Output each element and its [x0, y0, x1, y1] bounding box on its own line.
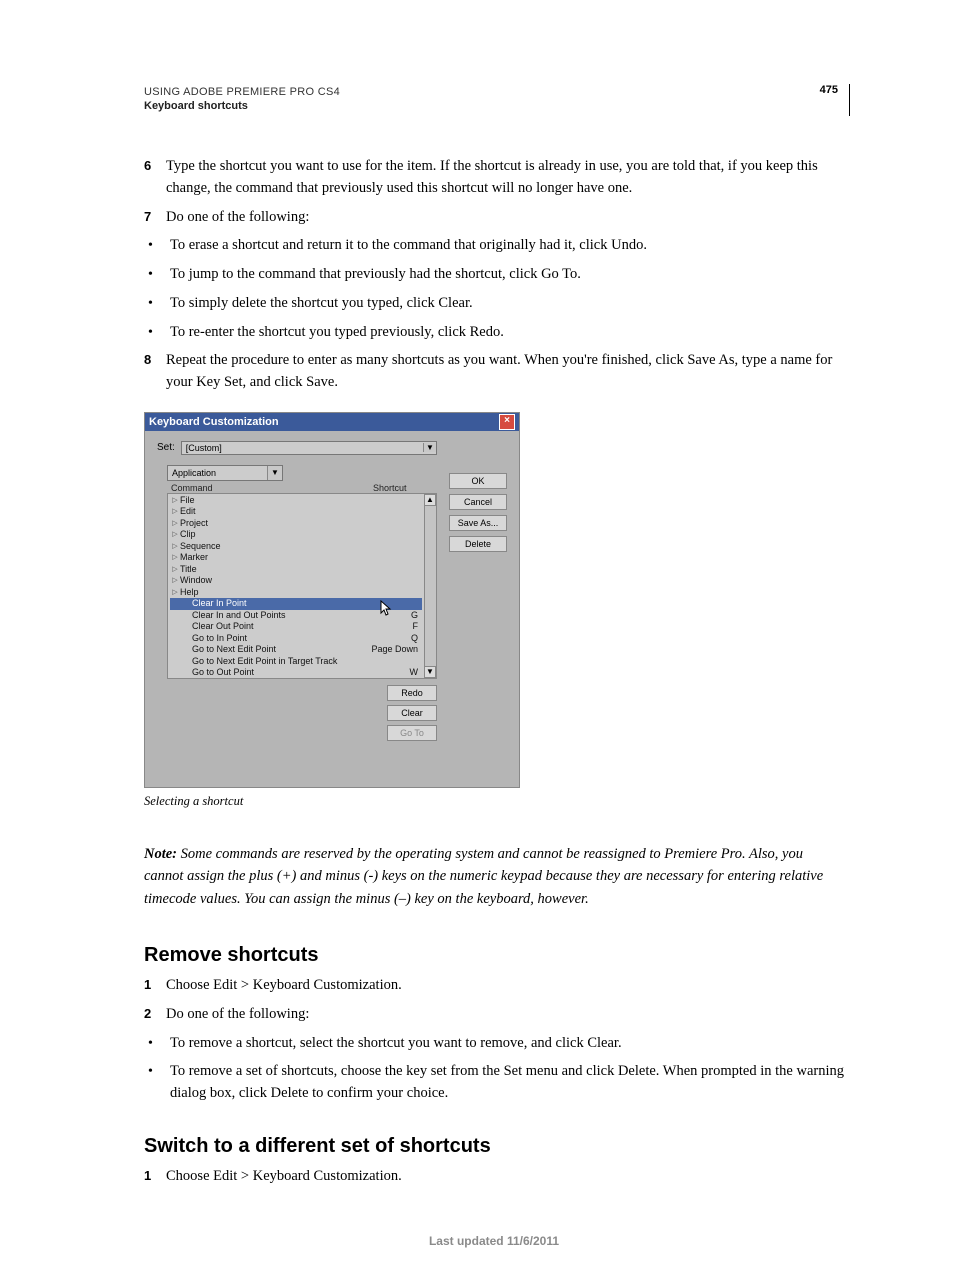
figure: Keyboard Customization × Set: [Custom] ▼…: [144, 412, 844, 809]
close-icon[interactable]: ×: [499, 414, 515, 430]
list-item[interactable]: Go to In PointQ: [170, 633, 422, 645]
bullet: •To jump to the command that previously …: [144, 264, 844, 286]
clear-button[interactable]: Clear: [387, 705, 437, 721]
category-dropdown[interactable]: Application ▼: [167, 465, 283, 481]
footer-updated: Last updated 11/6/2011: [144, 1234, 844, 1248]
note: Note: Some commands are reserved by the …: [144, 843, 844, 910]
tree-item[interactable]: ▷Title: [170, 564, 422, 576]
dialog-keyboard-customization: Keyboard Customization × Set: [Custom] ▼…: [144, 412, 520, 788]
dialog-titlebar: Keyboard Customization ×: [145, 413, 519, 431]
step-1: 1Choose Edit > Keyboard Customization.: [144, 975, 844, 997]
heading-remove-shortcuts: Remove shortcuts: [144, 944, 844, 967]
dialog-title: Keyboard Customization: [149, 416, 279, 428]
step-8: 8Repeat the procedure to enter as many s…: [144, 350, 844, 394]
header-rule: [849, 84, 850, 116]
step-text: Do one of the following:: [166, 1004, 844, 1026]
bullet: •To remove a set of shortcuts, choose th…: [144, 1061, 844, 1105]
list-item[interactable]: Go to Next Edit PointPage Down: [170, 644, 422, 656]
bullet-text: To erase a shortcut and return it to the…: [170, 235, 844, 257]
redo-button[interactable]: Redo: [387, 685, 437, 701]
scroll-up-icon[interactable]: ▲: [424, 494, 436, 506]
list-item[interactable]: Clear Out PointF: [170, 621, 422, 633]
step-2: 2Do one of the following:: [144, 1004, 844, 1026]
bullet: •To simply delete the shortcut you typed…: [144, 293, 844, 315]
delete-button[interactable]: Delete: [449, 536, 507, 552]
step-7: 7Do one of the following:: [144, 207, 844, 229]
step-text: Repeat the procedure to enter as many sh…: [166, 350, 844, 394]
step-text: Do one of the following:: [166, 207, 844, 229]
note-label: Note:: [144, 846, 181, 862]
tree-item[interactable]: ▷File: [170, 495, 422, 507]
bullet-text: To simply delete the shortcut you typed,…: [170, 293, 844, 315]
chevron-down-icon: ▼: [267, 466, 282, 480]
col-shortcut: Shortcut: [373, 483, 435, 493]
list-item[interactable]: Go to Out PointW: [170, 667, 422, 679]
bullet-text: To re-enter the shortcut you typed previ…: [170, 322, 844, 344]
set-value: [Custom]: [186, 443, 222, 453]
figure-caption: Selecting a shortcut: [144, 794, 844, 809]
tree-item[interactable]: ▷Window: [170, 575, 422, 587]
tree-item[interactable]: ▷Marker: [170, 552, 422, 564]
list-item[interactable]: Clear In and Out PointsG: [170, 610, 422, 622]
step-1: 1Choose Edit > Keyboard Customization.: [144, 1166, 844, 1188]
command-listbox[interactable]: ▲ ▼ ▷File▷Edit▷Project▷Clip▷Sequence▷Mar…: [167, 493, 437, 679]
tree-item[interactable]: ▷Edit: [170, 506, 422, 518]
bullet-text: To jump to the command that previously h…: [170, 264, 844, 286]
list-item[interactable]: Clear In Point: [170, 598, 422, 610]
bullet: •To erase a shortcut and return it to th…: [144, 235, 844, 257]
bullet: •To re-enter the shortcut you typed prev…: [144, 322, 844, 344]
tree-item[interactable]: ▷Project: [170, 518, 422, 530]
page-number: 475: [820, 84, 838, 96]
scroll-down-icon[interactable]: ▼: [424, 666, 436, 678]
heading-switch-shortcuts: Switch to a different set of shortcuts: [144, 1135, 844, 1158]
cancel-button[interactable]: Cancel: [449, 494, 507, 510]
doc-section: Keyboard shortcuts: [144, 100, 844, 112]
note-body: Some commands are reserved by the operat…: [144, 846, 823, 907]
step-6: 6Type the shortcut you want to use for t…: [144, 156, 844, 200]
tree-item[interactable]: ▷Sequence: [170, 541, 422, 553]
chevron-down-icon: ▼: [423, 443, 436, 452]
col-command: Command: [171, 483, 373, 493]
step-text: Type the shortcut you want to use for th…: [166, 156, 844, 200]
step-text: Choose Edit > Keyboard Customization.: [166, 1166, 844, 1188]
set-dropdown[interactable]: [Custom] ▼: [181, 441, 437, 455]
goto-button[interactable]: Go To: [387, 725, 437, 741]
save-as-button[interactable]: Save As...: [449, 515, 507, 531]
bullet-text: To remove a shortcut, select the shortcu…: [170, 1033, 844, 1055]
doc-title: USING ADOBE PREMIERE PRO CS4: [144, 86, 844, 98]
tree-item[interactable]: ▷Help: [170, 587, 422, 599]
list-item[interactable]: Go to Next Edit Point in Target Track: [170, 656, 422, 668]
bullet: •To remove a shortcut, select the shortc…: [144, 1033, 844, 1055]
tree-item[interactable]: ▷Clip: [170, 529, 422, 541]
category-value: Application: [172, 468, 216, 478]
ok-button[interactable]: OK: [449, 473, 507, 489]
step-text: Choose Edit > Keyboard Customization.: [166, 975, 844, 997]
scrollbar[interactable]: [424, 506, 436, 666]
bullet-text: To remove a set of shortcuts, choose the…: [170, 1061, 844, 1105]
page-header: USING ADOBE PREMIERE PRO CS4 Keyboard sh…: [144, 86, 844, 112]
set-label: Set:: [157, 442, 175, 453]
